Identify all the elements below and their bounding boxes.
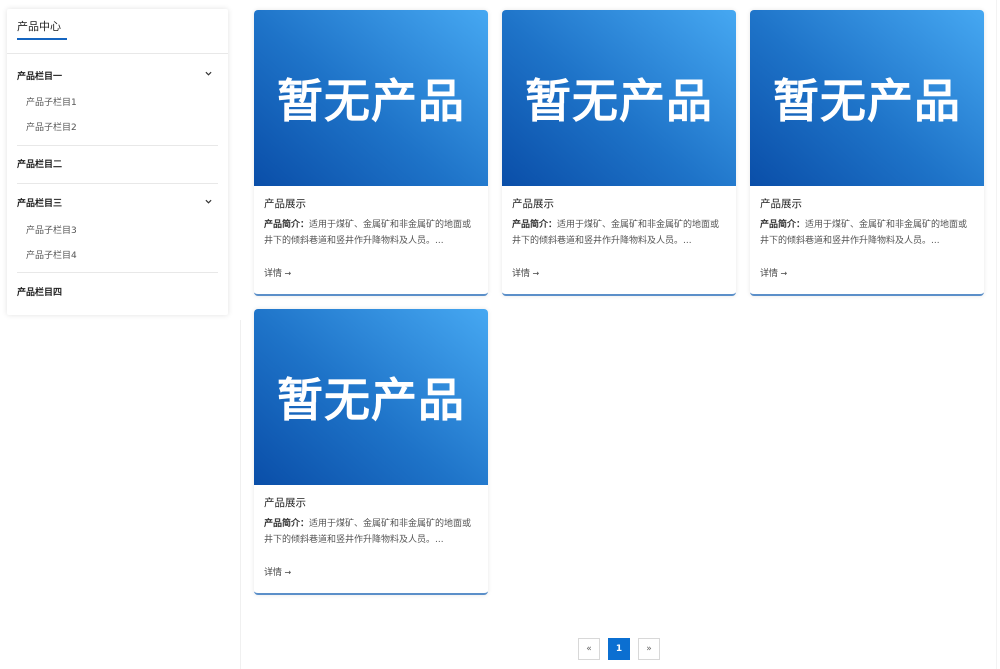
product-description-label: 产品简介：	[512, 220, 558, 230]
product-card[interactable]: 暂无产品 产品展示 产品简介：适用于煤矿、金属矿和非金属矿的地面或井下的倾斜巷道…	[502, 10, 736, 296]
sidebar-subitem-1[interactable]: 产品子栏目1	[26, 95, 77, 108]
product-title[interactable]: 产品展示	[264, 196, 306, 211]
details-link-label: 详情	[264, 269, 283, 279]
arrow-right-icon: →	[282, 568, 292, 577]
product-description: 产品简介：适用于煤矿、金属矿和非金属矿的地面或井下的倾斜巷道和竖井作升降物料及人…	[760, 217, 974, 249]
product-description-label: 产品简介：	[264, 220, 310, 230]
product-image[interactable]: 暂无产品	[750, 10, 984, 186]
product-description: 产品简介：适用于煤矿、金属矿和非金属矿的地面或井下的倾斜巷道和竖井作升降物料及人…	[512, 217, 726, 249]
sidebar-title-underline	[17, 38, 67, 40]
product-description: 产品简介：适用于煤矿、金属矿和非金属矿的地面或井下的倾斜巷道和竖井作升降物料及人…	[264, 217, 478, 249]
divider	[17, 272, 218, 273]
sidebar-subitem-2[interactable]: 产品子栏目2	[26, 120, 77, 133]
chevron-down-icon[interactable]	[205, 70, 212, 77]
pagination-page-button[interactable]: 1	[608, 638, 630, 660]
product-title[interactable]: 产品展示	[264, 495, 306, 510]
arrow-right-icon: →	[282, 269, 292, 278]
product-category-sidebar: 产品中心 产品栏目一 产品子栏目1 产品子栏目2 产品栏目二 产品栏目三 产品子…	[7, 9, 228, 315]
product-details-link[interactable]: 详情 →	[760, 266, 787, 279]
sidebar-category-4[interactable]: 产品栏目四	[17, 285, 62, 298]
divider	[7, 53, 228, 54]
pagination-next-button[interactable]: »	[638, 638, 660, 660]
product-details-link[interactable]: 详情 →	[264, 565, 291, 578]
divider	[17, 183, 218, 184]
product-card[interactable]: 暂无产品 产品展示 产品简介：适用于煤矿、金属矿和非金属矿的地面或井下的倾斜巷道…	[254, 10, 488, 296]
details-link-label: 详情	[264, 568, 283, 578]
product-image-text: 暂无产品	[525, 74, 713, 128]
details-link-label: 详情	[512, 269, 531, 279]
product-image[interactable]: 暂无产品	[254, 10, 488, 186]
arrow-right-icon: →	[530, 269, 540, 278]
pagination-prev-button[interactable]: «	[578, 638, 600, 660]
details-link-label: 详情	[760, 269, 779, 279]
product-card[interactable]: 暂无产品 产品展示 产品简介：适用于煤矿、金属矿和非金属矿的地面或井下的倾斜巷道…	[750, 10, 984, 296]
content-border	[996, 0, 997, 669]
product-image[interactable]: 暂无产品	[254, 309, 488, 485]
sidebar-category-3[interactable]: 产品栏目三	[17, 196, 62, 209]
product-details-link[interactable]: 详情 →	[264, 266, 291, 279]
sidebar-category-1[interactable]: 产品栏目一	[17, 69, 62, 82]
product-description-label: 产品简介：	[264, 519, 310, 529]
product-image[interactable]: 暂无产品	[502, 10, 736, 186]
product-image-text: 暂无产品	[277, 74, 465, 128]
product-description: 产品简介：适用于煤矿、金属矿和非金属矿的地面或井下的倾斜巷道和竖井作升降物料及人…	[264, 516, 478, 548]
product-details-link[interactable]: 详情 →	[512, 266, 539, 279]
sidebar-subitem-3[interactable]: 产品子栏目3	[26, 223, 77, 236]
product-title[interactable]: 产品展示	[760, 196, 802, 211]
product-description-label: 产品简介：	[760, 220, 806, 230]
product-title[interactable]: 产品展示	[512, 196, 554, 211]
arrow-right-icon: →	[778, 269, 788, 278]
sidebar-subitem-4[interactable]: 产品子栏目4	[26, 248, 77, 261]
product-card[interactable]: 暂无产品 产品展示 产品简介：适用于煤矿、金属矿和非金属矿的地面或井下的倾斜巷道…	[254, 309, 488, 595]
chevron-down-icon[interactable]	[205, 198, 212, 205]
sidebar-title: 产品中心	[17, 20, 61, 33]
product-image-text: 暂无产品	[277, 373, 465, 427]
sidebar-category-2[interactable]: 产品栏目二	[17, 157, 62, 170]
product-image-text: 暂无产品	[773, 74, 961, 128]
content-border	[240, 320, 241, 669]
divider	[17, 145, 218, 146]
